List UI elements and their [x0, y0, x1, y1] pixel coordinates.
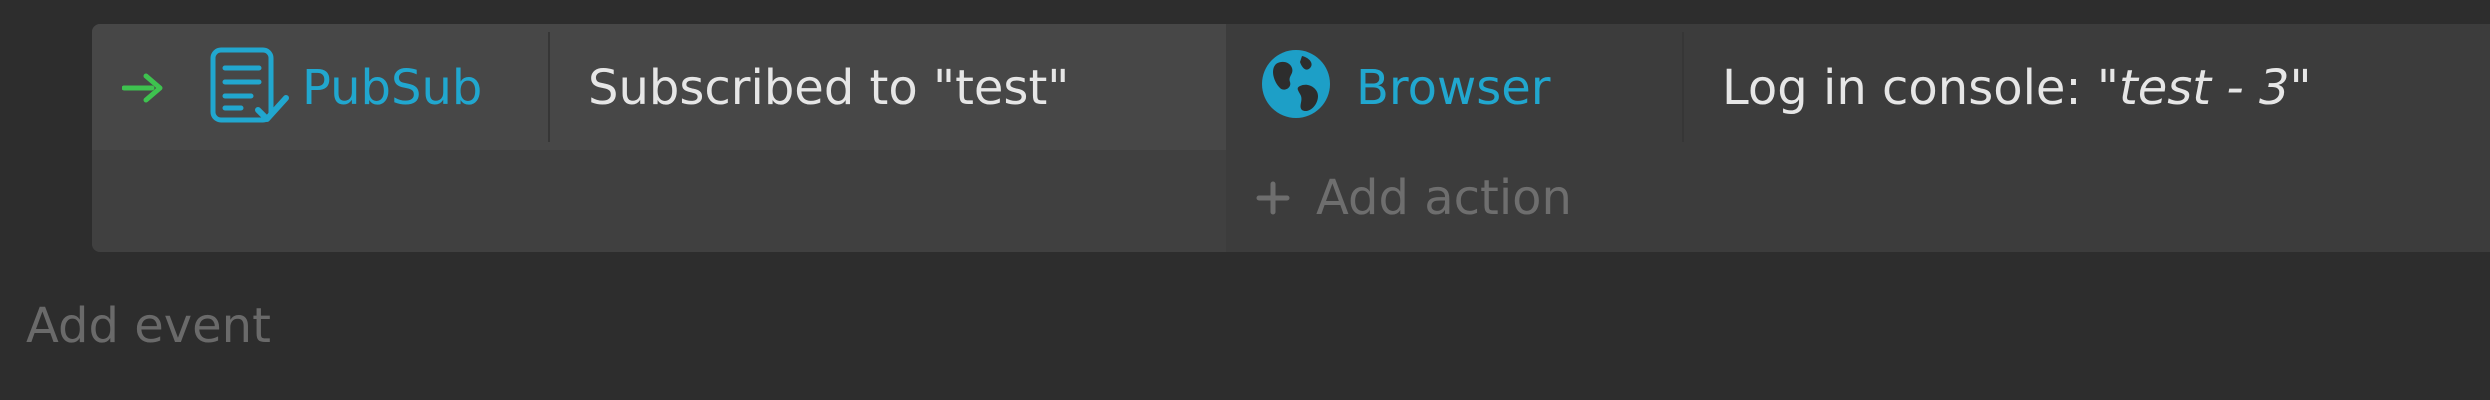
action-object-name[interactable]: Browser: [1356, 58, 1551, 118]
trigger-arrow-icon: [122, 73, 163, 103]
action-description-suffix: ": [2289, 60, 2312, 116]
plus-icon: [1256, 181, 1290, 215]
action-description-value: test - 3: [2118, 60, 2290, 116]
add-event-button[interactable]: Add event: [26, 296, 271, 356]
condition-divider: [548, 32, 550, 142]
action-divider: [1682, 32, 1684, 142]
add-action-button[interactable]: Add action: [1256, 168, 1572, 228]
pubsub-list-icon: [210, 47, 289, 123]
condition-row[interactable]: PubSub Subscribed to "test": [92, 24, 1226, 150]
action-description[interactable]: Log in console: "test - 3": [1722, 58, 2312, 118]
add-action-label: Add action: [1316, 170, 1572, 226]
globe-icon: [1262, 50, 1330, 118]
condition-object-name[interactable]: PubSub: [302, 58, 482, 118]
actions-pane: Browser Log in console: "test - 3" Add a…: [1226, 24, 2490, 252]
action-description-prefix: Log in console: ": [1722, 60, 2119, 116]
event-block[interactable]: PubSub Subscribed to "test" Browser Log …: [92, 24, 2490, 252]
condition-description[interactable]: Subscribed to "test": [588, 58, 1069, 118]
conditions-pane: PubSub Subscribed to "test": [92, 24, 1226, 252]
